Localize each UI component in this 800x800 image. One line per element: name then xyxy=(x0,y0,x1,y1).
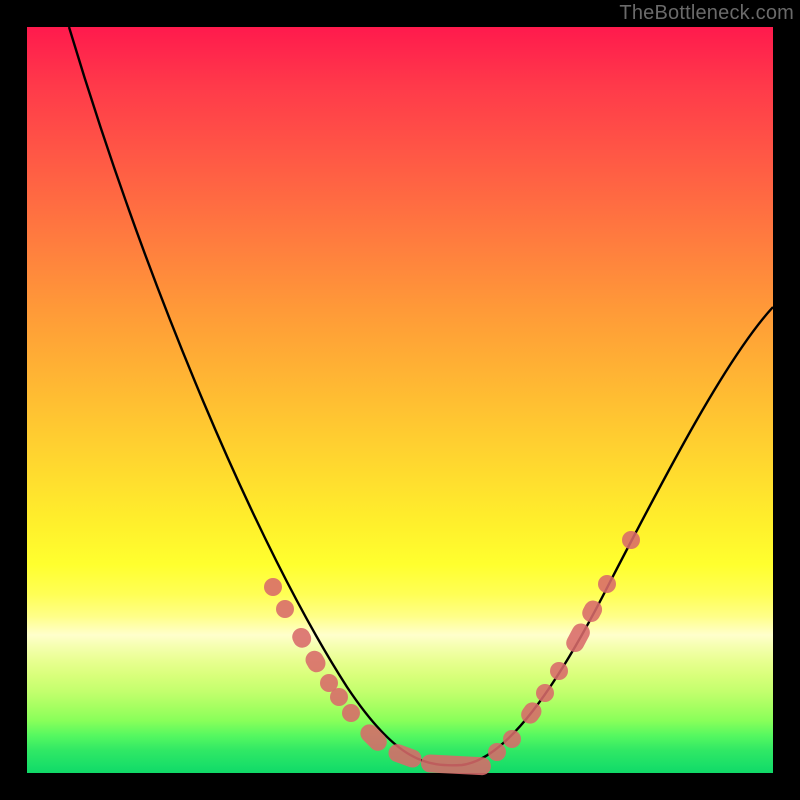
curve-marker-dot xyxy=(330,688,348,706)
curve-marker-dot xyxy=(488,743,506,761)
curve-marker-dot xyxy=(598,575,616,593)
curve-marker-dot xyxy=(276,600,294,618)
chart-frame: TheBottleneck.com xyxy=(0,0,800,800)
curve-marker-pill xyxy=(421,754,492,776)
plot-area xyxy=(27,27,773,773)
curve-marker-dot xyxy=(264,578,282,596)
curve-marker-dot xyxy=(536,684,554,702)
curve-marker-dot xyxy=(622,531,640,549)
curve-marker-dot xyxy=(503,730,521,748)
curve-marker-dot xyxy=(342,704,360,722)
curve-marker-dot xyxy=(550,662,568,680)
bottleneck-curve xyxy=(27,27,773,773)
watermark-text: TheBottleneck.com xyxy=(619,2,794,25)
